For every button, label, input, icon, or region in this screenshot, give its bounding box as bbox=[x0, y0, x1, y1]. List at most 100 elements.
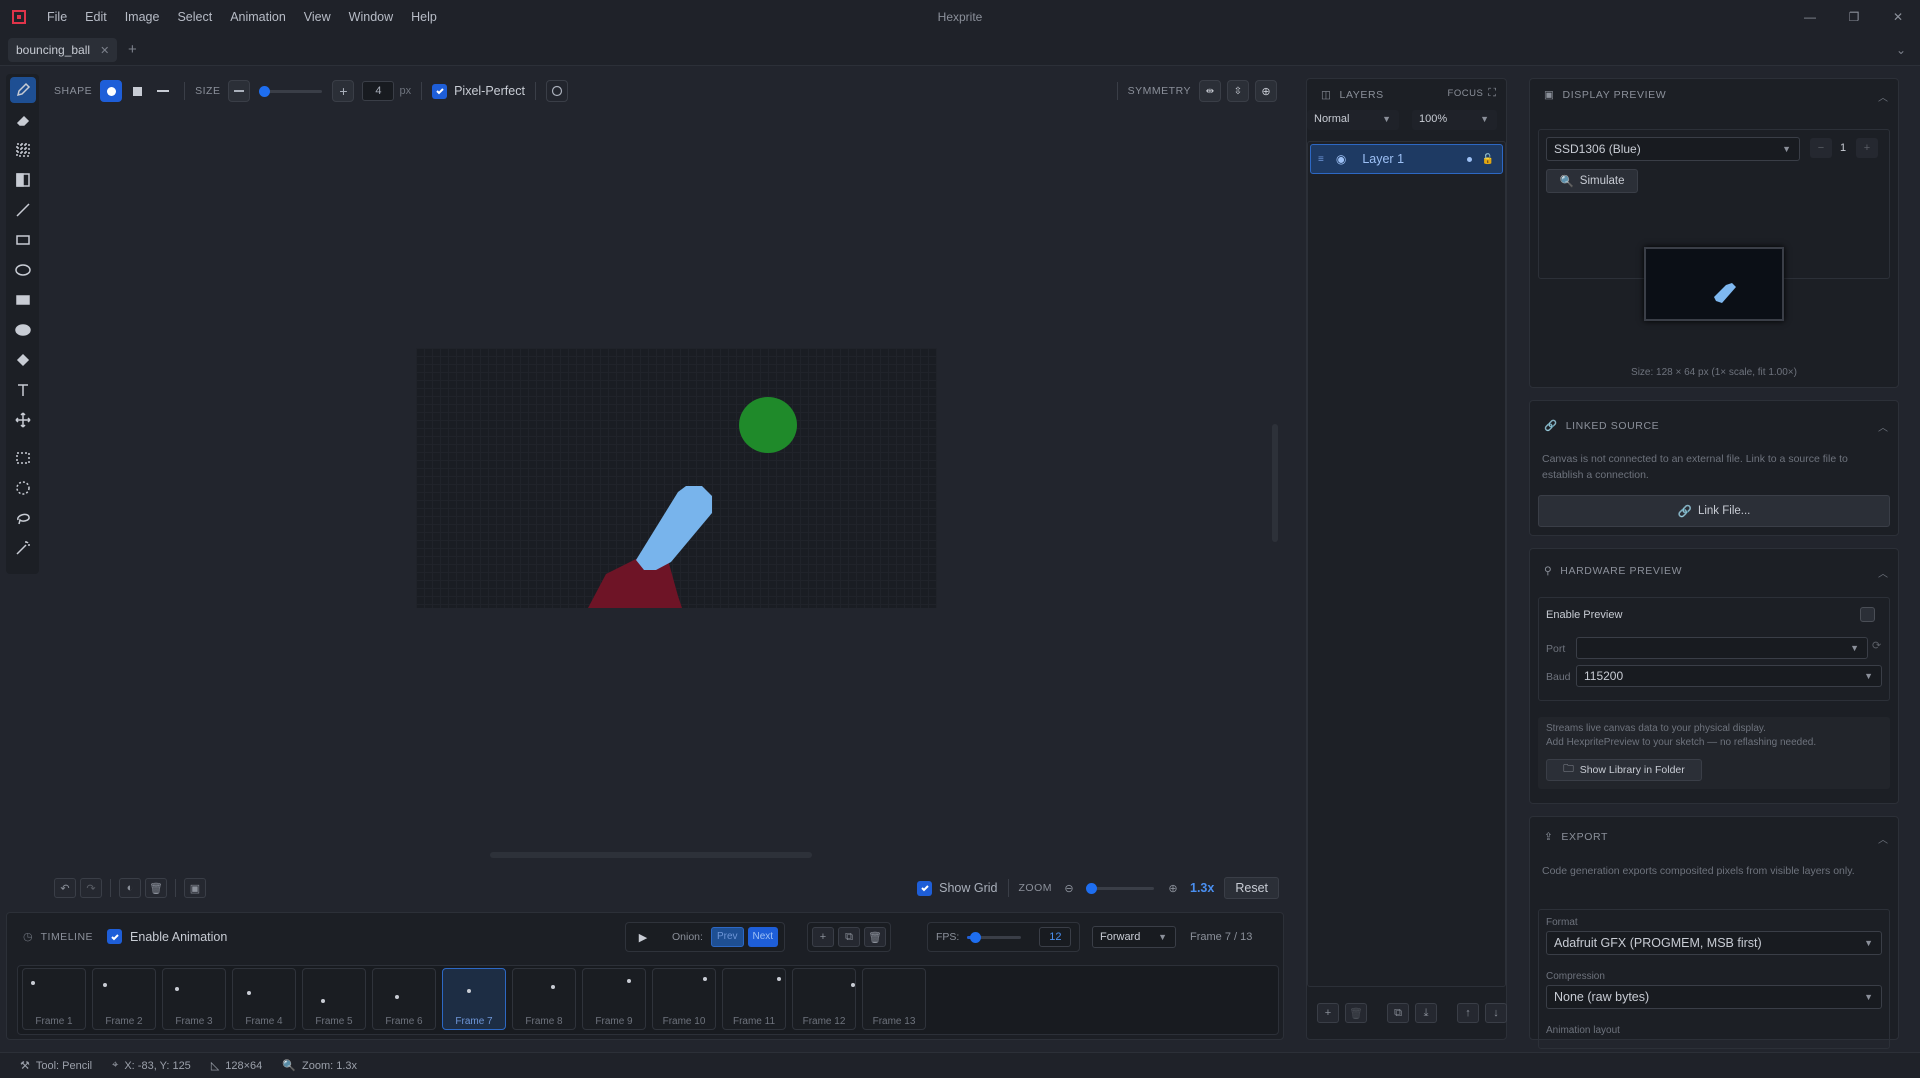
menu-view[interactable]: View bbox=[295, 0, 340, 34]
shape-round-button[interactable] bbox=[100, 80, 123, 102]
horizontal-scrollbar[interactable] bbox=[490, 852, 812, 858]
onion-prev-button[interactable]: Prev bbox=[710, 927, 744, 947]
zoom-out-icon[interactable]: ⊖ bbox=[1058, 878, 1080, 898]
playback-direction-select[interactable]: Forward ▼ bbox=[1092, 926, 1176, 948]
zoom-in-icon[interactable]: ⊕ bbox=[1162, 878, 1184, 898]
redo-icon[interactable]: ↷ bbox=[80, 878, 102, 898]
menu-help[interactable]: Help bbox=[402, 0, 446, 34]
timeline-frame[interactable]: Frame 3 bbox=[162, 968, 226, 1030]
dither-icon[interactable] bbox=[10, 137, 36, 163]
contrast-icon[interactable]: ◐ bbox=[119, 878, 141, 898]
menu-window[interactable]: Window bbox=[340, 0, 402, 34]
play-button[interactable]: ▶ bbox=[632, 926, 654, 948]
shape-line-button[interactable] bbox=[152, 80, 174, 102]
fps-slider[interactable] bbox=[967, 931, 1022, 943]
ellipse-select-icon[interactable] bbox=[10, 475, 36, 501]
tab-bouncing-ball[interactable]: bouncing_ball ✕ bbox=[8, 38, 118, 62]
rectangle-icon[interactable] bbox=[10, 227, 36, 253]
display-count-decrease[interactable]: − bbox=[1810, 138, 1832, 158]
maximize-icon[interactable]: ❐ bbox=[1832, 0, 1876, 34]
ellipse-icon[interactable] bbox=[10, 257, 36, 283]
size-input[interactable]: 4 bbox=[362, 81, 395, 101]
layer-opacity-select[interactable]: 100% ▼ bbox=[1412, 110, 1497, 130]
baud-select[interactable]: 115200 ▼ bbox=[1576, 665, 1882, 687]
delete-frame-icon[interactable]: 🗑 bbox=[864, 927, 886, 947]
menu-select[interactable]: Select bbox=[168, 0, 221, 34]
onion-next-button[interactable]: Next bbox=[747, 927, 779, 947]
filled-ellipse-icon[interactable] bbox=[10, 317, 36, 343]
enable-animation-checkbox[interactable] bbox=[107, 929, 123, 944]
timeline-frame[interactable]: Frame 4 bbox=[232, 968, 296, 1030]
menu-animation[interactable]: Animation bbox=[221, 0, 295, 34]
timeline-frame[interactable]: Frame 12 bbox=[792, 968, 856, 1030]
show-library-button[interactable]: 🗀 Show Library in Folder bbox=[1546, 759, 1702, 781]
collapse-chevron-icon[interactable]: ︿ bbox=[1878, 89, 1888, 104]
timeline-frame[interactable]: Frame 2 bbox=[92, 968, 156, 1030]
fill-bucket-icon[interactable] bbox=[10, 347, 36, 373]
link-file-button[interactable]: 🔗 Link File... bbox=[1538, 495, 1890, 527]
close-tab-icon[interactable]: ✕ bbox=[100, 44, 109, 57]
text-icon[interactable] bbox=[10, 377, 36, 403]
zoom-slider[interactable] bbox=[1086, 882, 1154, 894]
delete-layer-icon[interactable]: 🗑 bbox=[1345, 1003, 1367, 1023]
rect-select-icon[interactable] bbox=[10, 445, 36, 471]
visibility-eye-icon[interactable]: ◉ bbox=[1336, 152, 1346, 166]
size-slider[interactable] bbox=[258, 85, 323, 97]
minimize-icon[interactable]: — bbox=[1788, 0, 1832, 34]
lock-icon[interactable]: 🔓 bbox=[1482, 154, 1494, 165]
drawing-canvas[interactable] bbox=[416, 348, 937, 608]
layer-row[interactable]: ≡ ◉ Layer 1 🔓 bbox=[1310, 144, 1503, 174]
add-tab-icon[interactable]: + bbox=[128, 41, 137, 58]
undo-icon[interactable]: ↶ bbox=[54, 878, 76, 898]
refresh-port-icon[interactable]: ⟳ bbox=[1872, 639, 1881, 652]
symmetry-vertical-icon[interactable]: ⇳ bbox=[1227, 80, 1249, 102]
show-grid-checkbox[interactable] bbox=[917, 880, 933, 896]
refresh-icon[interactable] bbox=[545, 80, 568, 102]
focus-expand-icon[interactable]: ⛶ bbox=[1488, 87, 1496, 100]
timeline-frame[interactable]: Frame 13 bbox=[862, 968, 926, 1030]
move-layer-down-icon[interactable]: ↓ bbox=[1485, 1003, 1507, 1023]
gradient-icon[interactable] bbox=[10, 167, 36, 193]
add-layer-icon[interactable]: + bbox=[1317, 1003, 1339, 1023]
enable-preview-checkbox[interactable] bbox=[1860, 607, 1875, 622]
menu-file[interactable]: File bbox=[38, 0, 76, 34]
merge-down-icon[interactable]: ⤓ bbox=[1415, 1003, 1437, 1023]
symmetry-center-icon[interactable]: ⊕ bbox=[1255, 80, 1277, 102]
move-icon[interactable] bbox=[10, 407, 36, 433]
shape-square-button[interactable] bbox=[126, 80, 148, 102]
compression-select[interactable]: None (raw bytes) ▼ bbox=[1546, 985, 1882, 1009]
timeline-frame[interactable]: Frame 5 bbox=[302, 968, 366, 1030]
timeline-frame[interactable]: Frame 9 bbox=[582, 968, 646, 1030]
lasso-icon[interactable] bbox=[10, 505, 36, 531]
eraser-icon[interactable] bbox=[10, 107, 36, 133]
timeline-frame[interactable]: Frame 8 bbox=[512, 968, 576, 1030]
timeline-frame[interactable]: Frame 7 bbox=[442, 968, 506, 1030]
close-window-icon[interactable]: ✕ bbox=[1876, 0, 1920, 34]
pixel-perfect-checkbox[interactable] bbox=[432, 83, 448, 99]
timeline-frame[interactable]: Frame 10 bbox=[652, 968, 716, 1030]
collapse-chevron-icon[interactable]: ︿ bbox=[1878, 419, 1888, 434]
display-count-increase[interactable]: + bbox=[1856, 138, 1878, 158]
collapse-chevron-icon[interactable]: ︿ bbox=[1878, 565, 1888, 580]
duplicate-layer-icon[interactable]: ⧉ bbox=[1387, 1003, 1409, 1023]
drag-handle-icon[interactable]: ≡ bbox=[1318, 154, 1324, 165]
size-increase-button[interactable]: + bbox=[332, 80, 355, 102]
add-frame-icon[interactable]: + bbox=[812, 927, 834, 947]
magic-wand-icon[interactable] bbox=[10, 535, 36, 561]
menu-edit[interactable]: Edit bbox=[76, 0, 116, 34]
port-select[interactable]: ▼ bbox=[1576, 637, 1868, 659]
line-icon[interactable] bbox=[10, 197, 36, 223]
size-decrease-button[interactable] bbox=[228, 80, 251, 102]
menu-image[interactable]: Image bbox=[116, 0, 169, 34]
display-device-select[interactable]: SSD1306 (Blue) ▼ bbox=[1546, 137, 1800, 161]
collapse-chevron-icon[interactable]: ︿ bbox=[1878, 831, 1888, 846]
timeline-frame[interactable]: Frame 1 bbox=[22, 968, 86, 1030]
trash-icon[interactable]: 🗑 bbox=[145, 878, 167, 898]
frame-view-icon[interactable]: ▣ bbox=[184, 878, 206, 898]
simulate-button[interactable]: 🔍 Simulate bbox=[1546, 169, 1638, 193]
fps-input[interactable]: 12 bbox=[1039, 927, 1072, 947]
blend-mode-select[interactable]: Normal ▼ bbox=[1307, 110, 1399, 130]
pencil-icon[interactable] bbox=[9, 77, 36, 103]
duplicate-frame-icon[interactable]: ⧉ bbox=[838, 927, 860, 947]
vertical-scrollbar[interactable] bbox=[1272, 424, 1278, 542]
